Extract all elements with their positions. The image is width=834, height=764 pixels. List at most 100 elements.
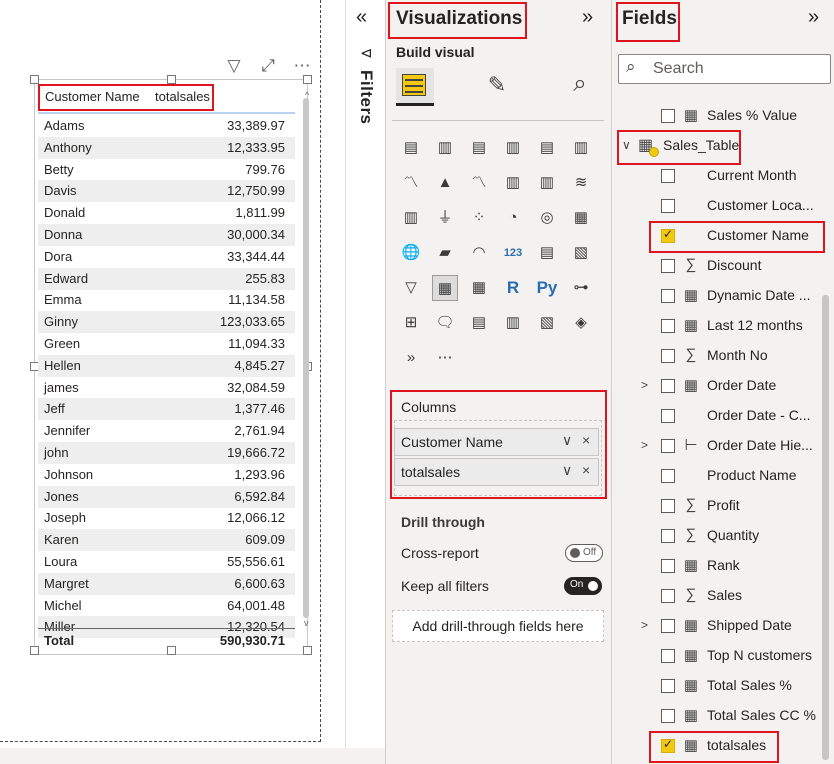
field-checkbox[interactable] xyxy=(661,169,675,183)
decomposition-tree-icon[interactable]: ⊞ xyxy=(398,310,424,336)
expand-fields-icon[interactable]: » xyxy=(808,6,819,29)
filter-icon[interactable]: ▽ xyxy=(224,56,244,76)
slicer-icon[interactable]: ▽ xyxy=(398,275,424,301)
power-automate-icon[interactable]: » xyxy=(398,345,424,371)
analytics-icon[interactable]: ⌕ xyxy=(564,70,596,102)
100-stacked-bar-chart-icon[interactable]: ▤ xyxy=(534,135,560,161)
r-script-visual-icon[interactable]: R xyxy=(500,275,526,301)
table-row[interactable]: Dora 33,344.44 xyxy=(38,246,295,268)
field-checkbox[interactable] xyxy=(661,349,675,363)
field-checkbox[interactable] xyxy=(661,499,675,513)
line-and-clustered-column-chart-icon[interactable]: ▥ xyxy=(534,170,560,196)
azure-map-icon[interactable]: ▧ xyxy=(534,310,560,336)
stacked-area-chart-icon[interactable]: 〽 xyxy=(466,170,492,196)
stacked-bar-chart-icon[interactable]: ▤ xyxy=(398,135,424,161)
table-row[interactable]: Ginny 123,033.65 xyxy=(38,311,295,334)
pie-chart-icon[interactable]: ◔ xyxy=(500,205,526,231)
filled-map-icon[interactable]: ▰ xyxy=(432,240,458,266)
field-checkbox[interactable] xyxy=(661,319,675,333)
table-row[interactable]: Karen 609.09 xyxy=(38,529,295,552)
build-visual-tab[interactable] xyxy=(396,68,434,106)
field-checkbox[interactable] xyxy=(661,289,675,303)
line-chart-icon[interactable]: 〽 xyxy=(398,170,424,196)
field-checkbox[interactable] xyxy=(661,649,675,663)
remove-field-icon[interactable]: × xyxy=(582,432,590,448)
table-row[interactable]: Joseph 12,066.12 xyxy=(38,507,295,529)
format-visual-icon[interactable]: ✎ xyxy=(482,72,512,102)
python-visual-icon[interactable]: Py xyxy=(534,275,560,301)
filters-label[interactable]: Filters xyxy=(356,70,376,125)
area-chart-icon[interactable]: ▲ xyxy=(432,170,458,196)
table-row[interactable]: Jones 6,592.84 xyxy=(38,485,295,508)
table-row[interactable]: Betty 799.76 xyxy=(38,159,295,181)
waterfall-chart-icon[interactable]: ▥ xyxy=(398,205,424,231)
multi-row-card-icon[interactable]: ▤ xyxy=(534,240,560,266)
field-checkbox[interactable] xyxy=(661,709,675,723)
resize-handle-top-left[interactable] xyxy=(30,75,39,84)
field-checkbox[interactable] xyxy=(661,409,675,423)
table-icon[interactable]: ▦ xyxy=(432,275,458,301)
table-row[interactable]: Michel 64,001.48 xyxy=(38,595,295,617)
chevron-down-icon[interactable]: ∨ xyxy=(562,432,572,449)
field-checkbox[interactable] xyxy=(661,469,675,483)
search-input[interactable]: ⌕ Search xyxy=(618,54,831,84)
field-checkbox[interactable] xyxy=(661,259,675,273)
table-row[interactable]: Emma 11,134.58 xyxy=(38,289,295,311)
smart-narrative-icon[interactable]: ▤ xyxy=(466,310,492,336)
scatter-chart-icon[interactable]: ⁘ xyxy=(466,205,492,231)
table-row[interactable]: Donna 30,000.34 xyxy=(38,224,295,246)
keep-all-filters-toggle[interactable]: On xyxy=(564,577,602,595)
expand-visualizations-icon[interactable]: » xyxy=(582,6,593,29)
focus-mode-icon[interactable]: ⤢ xyxy=(258,56,278,76)
field-checkbox[interactable] xyxy=(661,559,675,573)
collapse-filters-icon[interactable]: « xyxy=(356,6,367,29)
field-checkbox[interactable] xyxy=(661,199,675,213)
card-icon[interactable]: 123 xyxy=(500,240,526,266)
table-visual[interactable]: Customer Name totalsales ^ v Adams 33,389… xyxy=(30,75,312,655)
more-options-icon[interactable]: ⋯ xyxy=(292,56,312,76)
matrix-icon[interactable]: ▦ xyxy=(466,275,492,301)
power-apps-icon[interactable]: ◈ xyxy=(568,310,594,336)
field-checkbox[interactable] xyxy=(661,379,675,393)
chevron-right-icon[interactable]: > xyxy=(641,438,648,452)
table-row[interactable]: Edward 255.83 xyxy=(38,267,295,290)
field-checkbox[interactable] xyxy=(661,679,675,693)
table-row[interactable]: john 19,666.72 xyxy=(38,442,295,464)
resize-handle-bottom-right[interactable] xyxy=(303,646,312,655)
paginated-report-icon[interactable]: ▥ xyxy=(500,310,526,336)
field-checkbox[interactable] xyxy=(661,439,675,453)
field-checkbox[interactable] xyxy=(661,109,675,123)
key-influencers-icon[interactable]: ⊶ xyxy=(568,275,594,301)
table-scrollbar[interactable] xyxy=(303,98,309,618)
table-row[interactable]: Johnson 1,293.96 xyxy=(38,464,295,486)
fields-scrollbar[interactable] xyxy=(822,295,829,760)
table-row[interactable]: Hellen 4,845.27 xyxy=(38,354,295,377)
field-checkbox[interactable] xyxy=(661,589,675,603)
table-row[interactable]: Anthony 12,333.95 xyxy=(38,136,295,159)
kpi-icon[interactable]: ▧ xyxy=(568,240,594,266)
field-checkbox[interactable] xyxy=(661,529,675,543)
chevron-right-icon[interactable]: > xyxy=(641,618,648,632)
treemap-icon[interactable]: ▦ xyxy=(568,205,594,231)
stacked-column-chart-icon[interactable]: ▥ xyxy=(432,135,458,161)
donut-chart-icon[interactable]: ◎ xyxy=(534,205,560,231)
gauge-icon[interactable]: ◠ xyxy=(466,240,492,266)
scroll-down-icon[interactable]: v xyxy=(304,618,309,628)
clustered-column-chart-icon[interactable]: ▥ xyxy=(500,135,526,161)
table-row[interactable]: Loura 55,556.61 xyxy=(38,551,295,573)
drill-through-dropzone[interactable]: Add drill-through fields here xyxy=(392,610,604,642)
ribbon-chart-icon[interactable]: ≋ xyxy=(568,170,594,196)
line-and-column-chart-icon[interactable]: ▥ xyxy=(500,170,526,196)
more-visuals-icon[interactable]: ⋯ xyxy=(432,345,458,371)
remove-field-icon[interactable]: × xyxy=(582,462,590,478)
100-stacked-column-chart-icon[interactable]: ▥ xyxy=(568,135,594,161)
table-row[interactable]: Adams 33,389.97 xyxy=(38,115,295,137)
chevron-right-icon[interactable]: > xyxy=(641,378,648,392)
table-row[interactable]: Jennifer 2,761.94 xyxy=(38,420,295,442)
table-row[interactable]: Green 11,094.33 xyxy=(38,333,295,355)
field-checkbox[interactable] xyxy=(661,619,675,633)
map-icon[interactable]: 🌐 xyxy=(398,240,424,266)
chevron-down-icon[interactable]: ∨ xyxy=(562,462,572,479)
table-row[interactable]: Davis 12,750.99 xyxy=(38,180,295,203)
clustered-bar-chart-icon[interactable]: ▤ xyxy=(466,135,492,161)
